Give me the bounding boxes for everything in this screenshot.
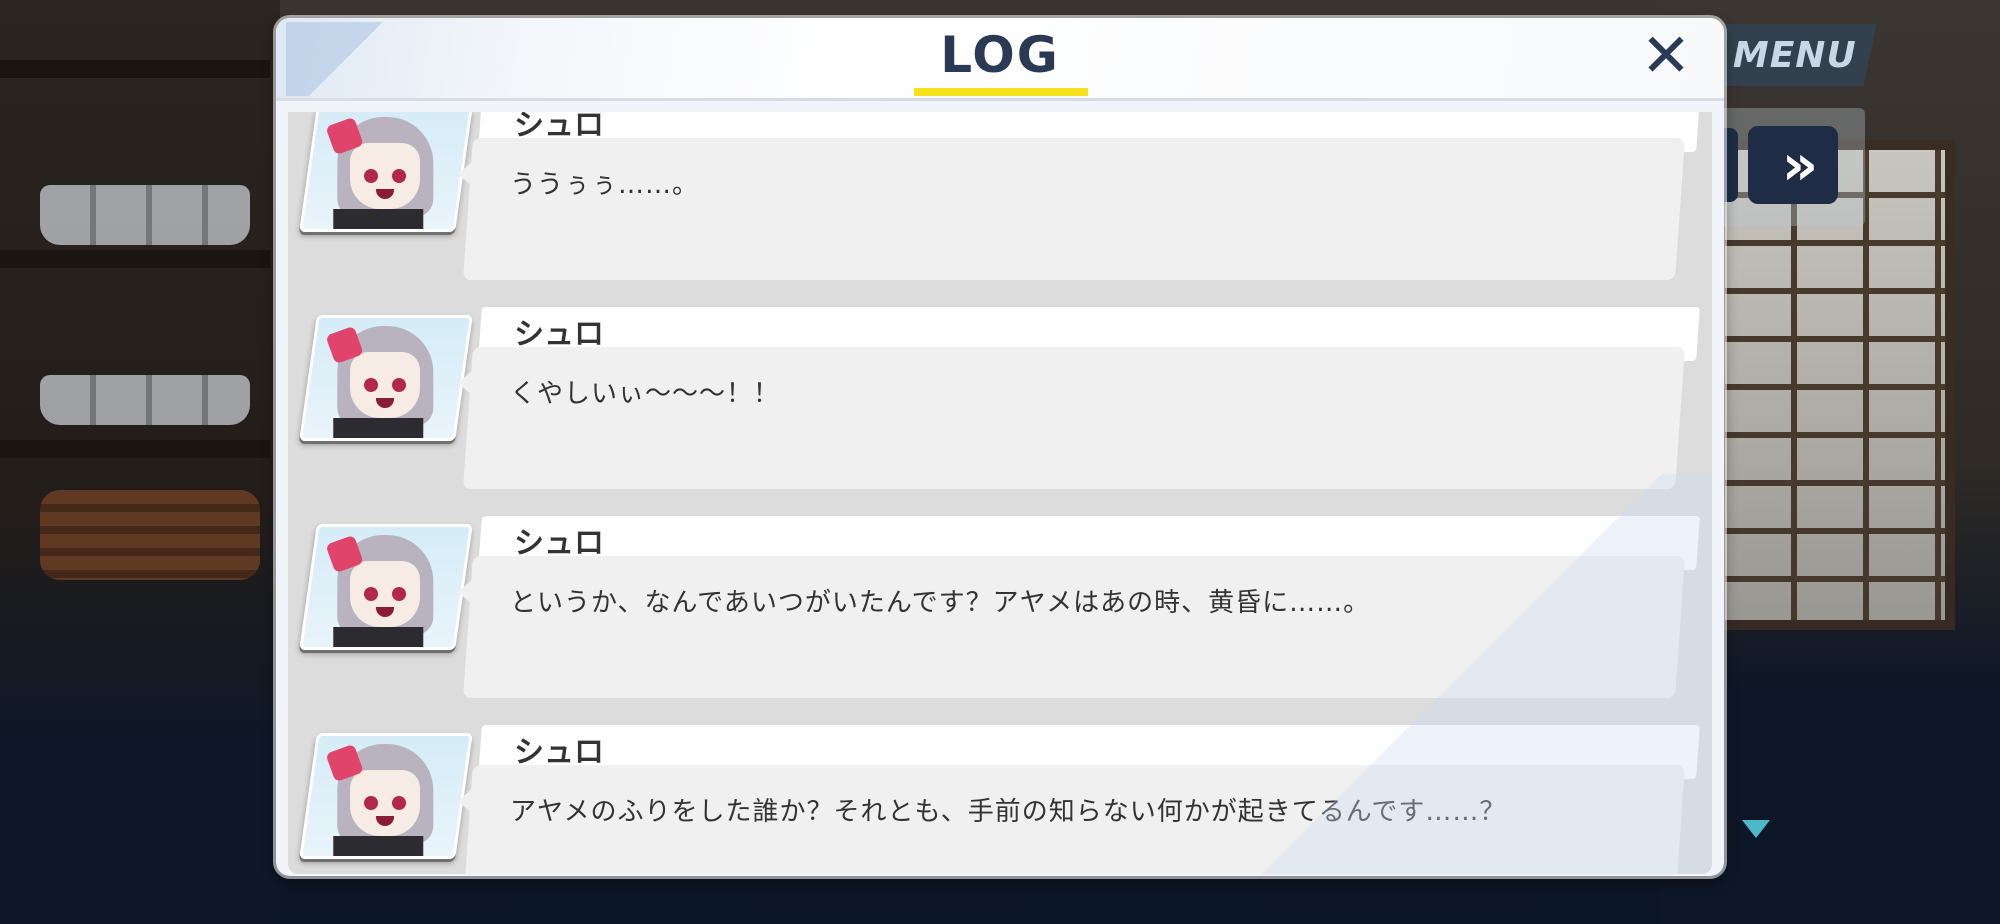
avatar-face — [350, 770, 421, 836]
avatar-body — [333, 627, 424, 650]
avatar-face — [350, 352, 421, 418]
dialogue-bubble — [463, 138, 1685, 280]
log-title: LOG — [940, 26, 1060, 84]
avatar-body — [333, 418, 424, 441]
log-window: LOG ✕ シュロ ううぅぅ……。 シュロ くやしいぃ～～～！！ シュロ という… — [276, 18, 1724, 876]
close-x-icon: ✕ — [1640, 21, 1692, 91]
dialogue-text: アヤメのふりをした誰か？それとも、手前の知らない何かが起きてるんです……？ — [510, 797, 1507, 827]
avatar-mouth — [376, 189, 395, 199]
double-chevron-right-icon: » — [1781, 132, 1818, 198]
bubble-tail — [458, 578, 474, 606]
avatar-body — [333, 209, 424, 232]
avatar-face — [350, 143, 421, 209]
log-entry: シュロ ううぅぅ……。 — [288, 112, 1712, 298]
avatar-eye — [392, 169, 407, 183]
log-entry: シュロ というか、なんであいつがいたんです？アヤメはあの時、黄昏に……。 — [288, 516, 1712, 716]
avatar-face — [350, 561, 421, 627]
avatar-mouth — [376, 607, 395, 617]
title-underline — [914, 88, 1088, 96]
dialogue-bubble — [463, 347, 1685, 489]
shelf-board — [0, 250, 270, 268]
log-entry: シュロ アヤメのふりをした誰か？それとも、手前の知らない何かが起きてるんです……… — [288, 725, 1712, 874]
speaker-avatar — [299, 524, 473, 650]
avatar-eye — [392, 796, 407, 810]
avatar-mouth — [376, 816, 395, 826]
stacked-pots — [40, 490, 260, 580]
avatar-eye — [364, 378, 379, 392]
speaker-avatar — [299, 112, 473, 232]
avatar-body — [333, 836, 424, 859]
stacked-bowls — [40, 185, 250, 245]
menu-button[interactable]: MENU — [1713, 24, 1877, 86]
log-list[interactable]: シュロ ううぅぅ……。 シュロ くやしいぃ～～～！！ シュロ というか、なんであ… — [288, 112, 1712, 874]
log-header: LOG ✕ — [276, 18, 1724, 98]
triangle-down-icon — [1742, 820, 1770, 838]
avatar-eye — [392, 378, 407, 392]
dialogue-text: というか、なんであいつがいたんです？アヤメはあの時、黄昏に……。 — [510, 588, 1371, 618]
bubble-tail — [458, 160, 474, 188]
bubble-tail — [458, 787, 474, 815]
shelf-board — [0, 440, 270, 458]
avatar-eye — [364, 169, 379, 183]
avatar-eye — [364, 587, 379, 601]
dialogue-text: くやしいぃ～～～！！ — [510, 379, 781, 409]
fast-forward-button[interactable]: » — [1748, 126, 1838, 204]
stacked-plates — [40, 375, 250, 425]
background-shelf — [0, 0, 280, 924]
dialogue-bubble — [463, 556, 1685, 698]
log-entry: シュロ くやしいぃ～～～！！ — [288, 307, 1712, 507]
header-divider — [276, 98, 1724, 101]
close-button[interactable]: ✕ — [1638, 21, 1694, 91]
bubble-tail — [458, 369, 474, 397]
menu-label: MENU — [1733, 34, 1857, 76]
avatar-mouth — [376, 398, 395, 408]
avatar-eye — [364, 796, 379, 810]
avatar-eye — [392, 587, 407, 601]
shelf-board — [0, 60, 270, 78]
dialogue-text: ううぅぅ……。 — [510, 170, 700, 200]
speaker-avatar — [299, 733, 473, 859]
speaker-avatar — [299, 315, 473, 441]
